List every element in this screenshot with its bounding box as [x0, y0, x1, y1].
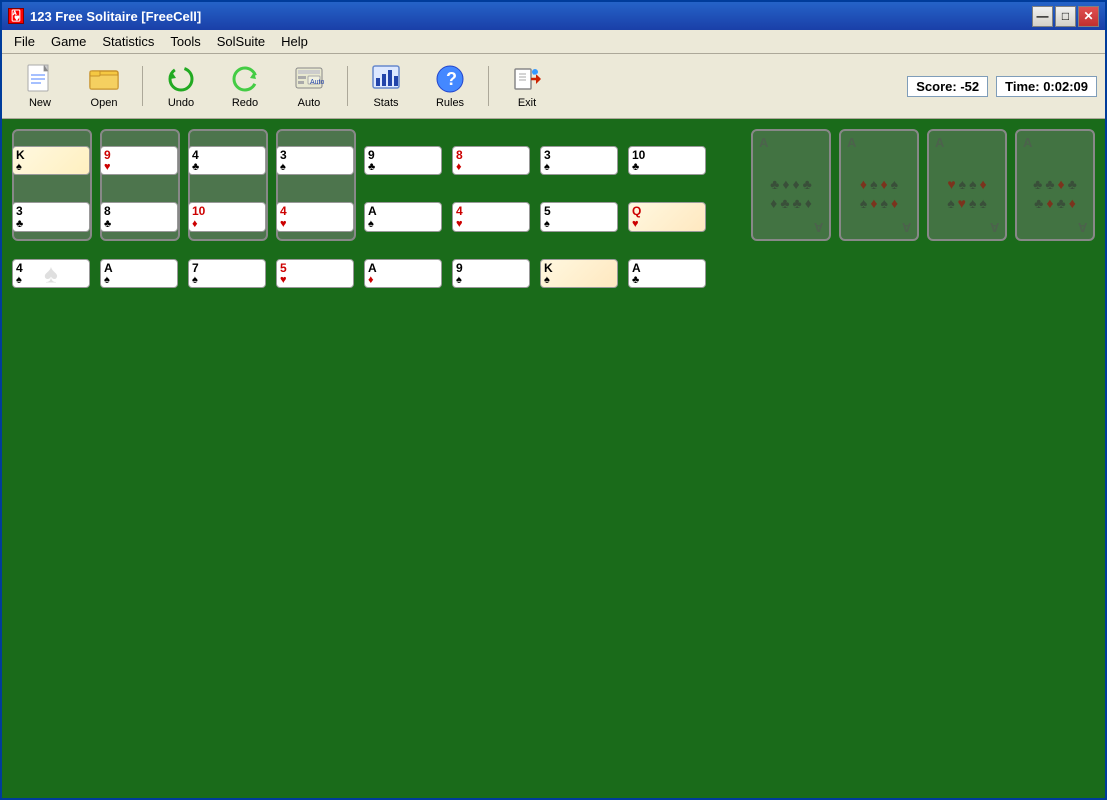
exit-button[interactable]: → Exit: [497, 59, 557, 114]
stats-icon: [370, 63, 402, 95]
score-value: -52: [960, 79, 979, 94]
exit-label: Exit: [518, 97, 536, 109]
game-area: A ♣ ♦ ♦ ♣ ♦ ♣ ♣ ♦ A: [2, 119, 1105, 798]
stats-label: Stats: [373, 97, 398, 109]
auto-button[interactable]: Auto Auto: [279, 59, 339, 114]
foundation-2[interactable]: A ♦ ♠ ♦ ♠ ♠ ♦ ♠ ♦ A: [839, 129, 919, 241]
foundation-area: A ♣ ♦ ♦ ♣ ♦ ♣ ♣ ♦ A: [751, 129, 1095, 249]
card-a-col8[interactable]: A♣: [628, 259, 706, 288]
menu-solsuite[interactable]: SolSuite: [209, 32, 273, 51]
stats-button[interactable]: Stats: [356, 59, 416, 114]
card-qh-col8[interactable]: Q♥: [628, 202, 706, 231]
card-10c-col8[interactable]: 10♣: [628, 146, 706, 175]
card-5h-col4[interactable]: 5♥: [276, 259, 354, 288]
rules-label: Rules: [436, 97, 464, 109]
card-a-col2[interactable]: A♠: [100, 259, 178, 288]
toolbar: New Open Undo: [2, 54, 1105, 119]
card-5s-col7[interactable]: 5♠: [540, 202, 618, 231]
svg-text:→: →: [533, 71, 539, 77]
card-ks-col7[interactable]: K♠: [540, 259, 618, 288]
foundation-4[interactable]: A ♣ ♣ ♦ ♣ ♣ ♦ ♣ ♦ A: [1015, 129, 1095, 241]
card-4h-col6[interactable]: 4♥: [452, 202, 530, 231]
new-button[interactable]: New: [10, 59, 70, 114]
undo-button[interactable]: Undo: [151, 59, 211, 114]
time-label: Time:: [1005, 79, 1039, 94]
redo-button[interactable]: Redo: [215, 59, 275, 114]
rules-button[interactable]: ? Rules: [420, 59, 480, 114]
card-3s-col4[interactable]: 3♠: [276, 146, 354, 175]
redo-icon: [229, 63, 261, 95]
window-title: 123 Free Solitaire [FreeCell]: [30, 9, 201, 24]
card-9c-col5[interactable]: 9♣: [364, 146, 442, 175]
card-3c[interactable]: 3♣: [12, 202, 90, 231]
sep-3: [488, 66, 489, 106]
card-a-col5[interactable]: A♦: [364, 259, 442, 288]
sep-1: [142, 66, 143, 106]
foundation-1[interactable]: A ♣ ♦ ♦ ♣ ♦ ♣ ♣ ♦ A: [751, 129, 831, 241]
card-4c-col3[interactable]: 4♣: [188, 146, 266, 175]
new-label: New: [29, 97, 51, 109]
time-display: Time: 0:02:09: [996, 76, 1097, 97]
foundation-3[interactable]: A ♥ ♠ ♠ ♦ ♠ ♥ ♠ ♠ A: [927, 129, 1007, 241]
window-controls: — □ ✕: [1032, 6, 1099, 27]
card-7s-col3[interactable]: 7♠: [188, 259, 266, 288]
open-label: Open: [91, 97, 118, 109]
score-time-area: Score: -52 Time: 0:02:09: [907, 76, 1097, 97]
card-3s-col7[interactable]: 3♠: [540, 146, 618, 175]
card-9h-col2[interactable]: 9♥: [100, 146, 178, 175]
rules-icon: ?: [434, 63, 466, 95]
card-a2-col5[interactable]: A♠: [364, 202, 442, 231]
open-icon: [88, 63, 120, 95]
card-k-col1[interactable]: K♠: [12, 146, 90, 175]
card-10h-col3[interactable]: 10♦: [188, 202, 266, 231]
card-4s[interactable]: 4♠ ♠: [12, 259, 90, 288]
score-display: Score: -52: [907, 76, 988, 97]
new-icon: [24, 63, 56, 95]
card-8c-col2[interactable]: 8♣: [100, 202, 178, 231]
auto-label: Auto: [298, 97, 321, 109]
app-icon: 🂱: [8, 8, 24, 24]
card-9s-col6[interactable]: 9♠: [452, 259, 530, 288]
open-button[interactable]: Open: [74, 59, 134, 114]
auto-icon: Auto: [293, 63, 325, 95]
title-bar: 🂱 123 Free Solitaire [FreeCell] — □ ✕: [2, 2, 1105, 30]
sep-2: [347, 66, 348, 106]
minimize-button[interactable]: —: [1032, 6, 1053, 27]
menu-bar: File Game Statistics Tools SolSuite Help: [2, 30, 1105, 54]
undo-label: Undo: [168, 97, 194, 109]
svg-text:?: ?: [446, 69, 457, 89]
score-label: Score:: [916, 79, 956, 94]
main-window: 🂱 123 Free Solitaire [FreeCell] — □ ✕ Fi…: [0, 0, 1107, 800]
card-8d-col6[interactable]: 8♦: [452, 146, 530, 175]
svg-text:Auto: Auto: [310, 79, 324, 86]
menu-file[interactable]: File: [6, 32, 43, 51]
menu-tools[interactable]: Tools: [162, 32, 208, 51]
menu-statistics[interactable]: Statistics: [94, 32, 162, 51]
menu-game[interactable]: Game: [43, 32, 94, 51]
maximize-button[interactable]: □: [1055, 6, 1076, 27]
redo-label: Redo: [232, 97, 258, 109]
menu-help[interactable]: Help: [273, 32, 316, 51]
close-button[interactable]: ✕: [1078, 6, 1099, 27]
columns: 4♠ ♠ 3♣ K♠ 5♣ 2♠ 2: [12, 259, 1095, 788]
undo-icon: [165, 63, 197, 95]
card-4h-col4[interactable]: 4♥: [276, 202, 354, 231]
time-value: 0:02:09: [1043, 79, 1088, 94]
exit-icon: →: [511, 63, 543, 95]
